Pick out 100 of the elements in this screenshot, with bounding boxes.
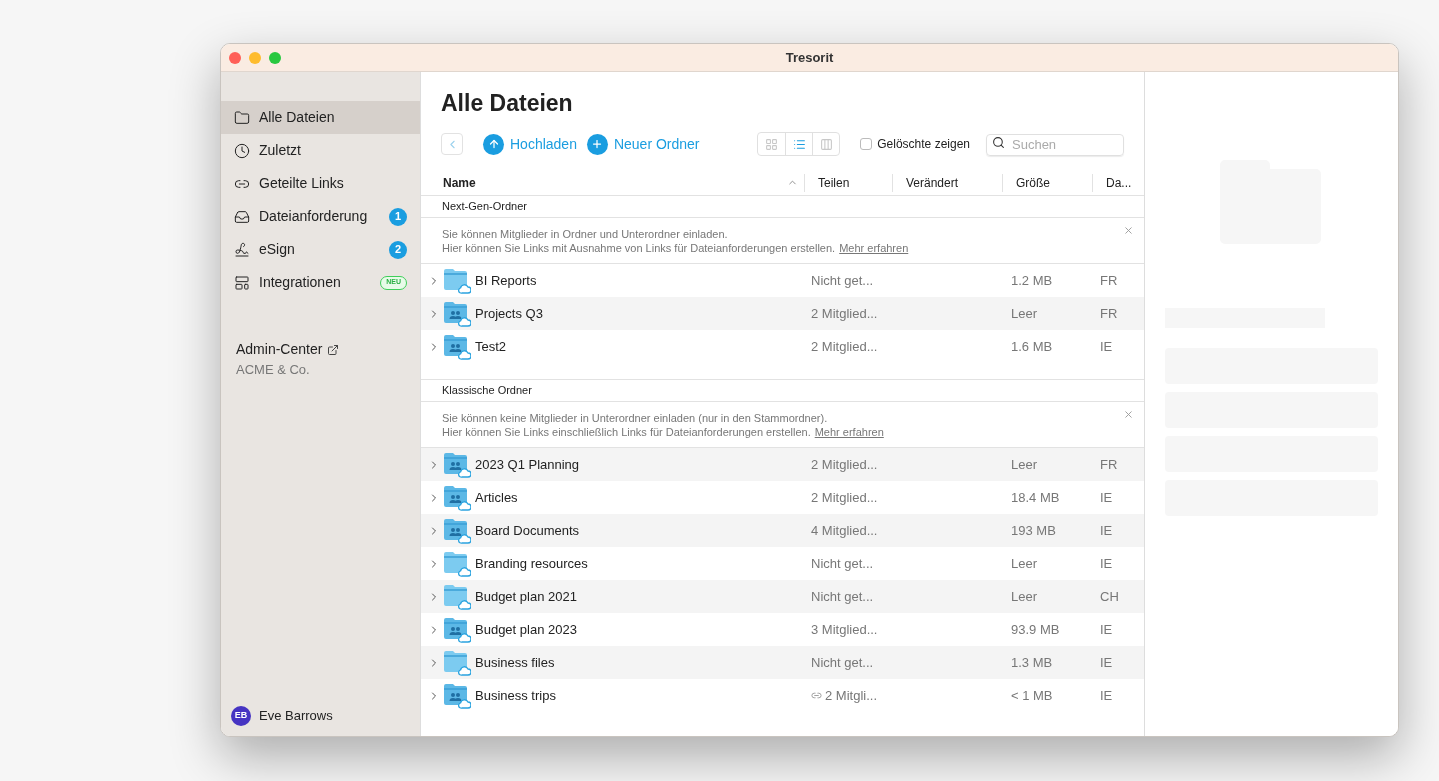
user-name: Eve Barrows: [259, 707, 333, 726]
sidebar-item[interactable]: Alle Dateien: [221, 101, 420, 134]
search-icon: [992, 136, 1005, 149]
share-status: 2 Mitglied...: [811, 304, 878, 323]
show-deleted-checkbox[interactable]: Gelöschte zeigen: [860, 135, 970, 153]
folder-name: Articles: [475, 488, 519, 507]
notice-text: Hier können Sie Links einschließlich Links für Dateianforderungen erstellen.: [442, 424, 811, 439]
datacenter-code: IE: [1100, 686, 1113, 705]
share-status: 4 Mitglied...: [811, 521, 878, 540]
share-status: 2 Mitglied...: [811, 488, 878, 507]
datacenter-code: IE: [1100, 337, 1113, 356]
learn-more-link[interactable]: Mehr erfahren: [839, 240, 909, 255]
folder-icon: [443, 550, 471, 577]
share-status: Nicht get...: [811, 587, 874, 606]
sidebar-item[interactable]: Dateianforderung 1: [221, 200, 420, 233]
folder-row[interactable]: Business files Nicht get... 1.3 MB IE: [421, 646, 1144, 679]
clock-icon: [234, 142, 250, 159]
shared-folder-icon: [443, 616, 471, 643]
list-icon: [792, 137, 806, 151]
folder-row[interactable]: Board Documents 4 Mitglied... 193 MB IE: [421, 514, 1144, 547]
column-header[interactable]: Da...: [1106, 175, 1132, 190]
user-avatar[interactable]: EB: [231, 706, 251, 726]
company-name: ACME & Co.: [236, 361, 311, 379]
share-status: Nicht get...: [811, 271, 874, 290]
shared-folder-icon: [443, 333, 471, 360]
folder-icon: [443, 649, 471, 676]
folder-size: < 1 MB: [1011, 686, 1054, 705]
folder-size: 93.9 MB: [1011, 620, 1061, 639]
folder-name: BI Reports: [475, 271, 538, 290]
learn-more-link[interactable]: Mehr erfahren: [814, 424, 884, 439]
share-status: 2 Mitgli...: [825, 686, 877, 705]
count-badge: 1: [389, 207, 407, 226]
datacenter-code: IE: [1100, 620, 1113, 639]
folder-row[interactable]: Budget plan 2021 Nicht get... Leer CH: [421, 580, 1144, 613]
folder-name: Branding resources: [475, 554, 589, 573]
sidebar-item[interactable]: eSign 2: [221, 233, 420, 266]
folder-size: 1.6 MB: [1011, 337, 1054, 356]
folder-size: 18.4 MB: [1011, 488, 1061, 507]
datacenter-code: IE: [1100, 653, 1113, 672]
external-link-icon[interactable]: [327, 343, 340, 356]
folder-size: 1.3 MB: [1011, 653, 1054, 672]
window-title: Tresorit: [785, 48, 834, 67]
share-status: 2 Mitglied...: [811, 455, 878, 474]
minimize-window-icon[interactable]: [249, 52, 261, 64]
layout-icon: [234, 274, 250, 291]
share-status: 3 Mitglied...: [811, 620, 878, 639]
shared-folder-icon: [443, 484, 471, 511]
notice-text: Hier können Sie Links mit Ausnahme von Links für Dateianforderungen erstellen.: [442, 240, 836, 255]
column-header[interactable]: Verändert: [906, 175, 959, 190]
section-heading: Next-Gen-Ordner: [442, 199, 527, 215]
datacenter-code: IE: [1100, 554, 1113, 573]
section-heading: Klassische Ordner: [442, 383, 532, 399]
folder-name: Business files: [475, 653, 556, 672]
share-status: 2 Mitglied...: [811, 337, 878, 356]
folder-name: Test2: [475, 337, 508, 356]
folder-icon: [443, 583, 471, 610]
folder-name: Board Documents: [475, 521, 581, 540]
folder-size: Leer: [1011, 587, 1039, 606]
folder-icon: [443, 267, 471, 294]
sidebar-item[interactable]: Zuletzt: [221, 134, 420, 167]
sidebar-item[interactable]: Geteilte Links: [221, 167, 420, 200]
folder-name: Projects Q3: [475, 304, 544, 323]
folder-icon: [234, 109, 250, 126]
folder-name: Budget plan 2023: [475, 620, 578, 639]
column-header[interactable]: Name: [443, 173, 476, 192]
datacenter-code: FR: [1100, 271, 1118, 290]
admin-center-link[interactable]: Admin-Center: [236, 339, 323, 360]
notice-text: Sie können Mitglieder in Ordner und Unterordner einladen.: [442, 226, 729, 241]
inbox-icon: [234, 208, 250, 225]
shared-folder-icon: [443, 300, 471, 327]
columns-icon: [819, 137, 833, 151]
close-window-icon[interactable]: [229, 52, 241, 64]
grid-icon: [765, 137, 779, 151]
shared-folder-icon: [443, 517, 471, 544]
shared-folder-icon: [443, 451, 471, 478]
folder-name: 2023 Q1 Planning: [475, 455, 581, 474]
back-button[interactable]: [441, 133, 463, 155]
close-icon[interactable]: [1123, 409, 1134, 420]
notice-text: Sie können keine Mitglieder in Unterordner einladen (nur in den Stammordner).: [442, 410, 829, 425]
datacenter-code: IE: [1100, 488, 1113, 507]
signature-icon: [234, 241, 250, 258]
datacenter-code: FR: [1100, 304, 1118, 323]
folder-name: Budget plan 2021: [475, 587, 578, 606]
folder-name: Business trips: [475, 686, 557, 705]
share-status: Nicht get...: [811, 554, 874, 573]
column-header[interactable]: Teilen: [818, 175, 850, 190]
datacenter-code: CH: [1100, 587, 1119, 606]
datacenter-code: IE: [1100, 521, 1113, 540]
folder-size: Leer: [1011, 304, 1039, 323]
column-header[interactable]: Größe: [1016, 175, 1050, 190]
folder-size: 193 MB: [1011, 521, 1057, 540]
zoom-window-icon[interactable]: [269, 52, 281, 64]
search-field[interactable]: Suchen: [986, 133, 1124, 156]
folder-size: 1.2 MB: [1011, 271, 1054, 290]
folder-row[interactable]: 2023 Q1 Planning 2 Mitglied... Leer FR: [421, 448, 1144, 481]
folder-size: Leer: [1011, 554, 1039, 573]
folder-row[interactable]: Projects Q3 2 Mitglied... Leer FR: [421, 297, 1144, 330]
shared-folder-icon: [443, 682, 471, 709]
share-status: Nicht get...: [811, 653, 874, 672]
close-icon[interactable]: [1123, 225, 1134, 236]
